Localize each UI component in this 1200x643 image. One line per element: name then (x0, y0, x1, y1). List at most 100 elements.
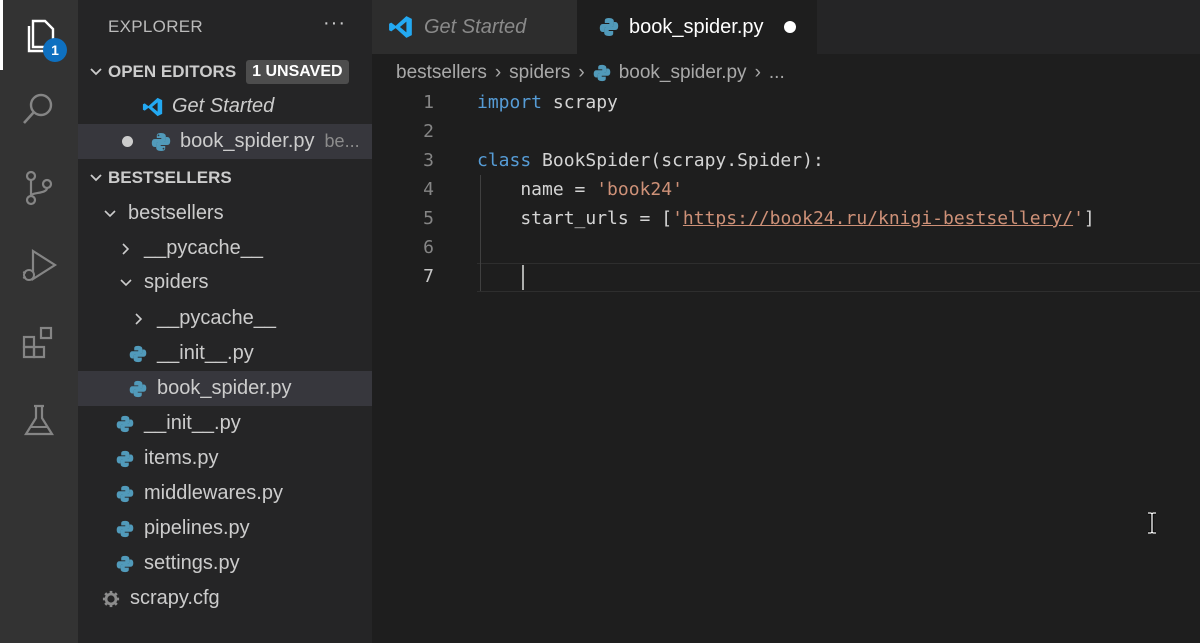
source-control-activity-button[interactable] (0, 153, 78, 223)
chevron-down-icon (78, 65, 108, 79)
python-icon (114, 483, 136, 505)
line-number: 7 (423, 266, 434, 287)
tree-item-folder[interactable]: bestsellers (78, 196, 372, 231)
tree-item-file[interactable]: scrapy.cfg (78, 581, 372, 616)
code-line[interactable]: 5 start_urls = ['https://book24.ru/knigi… (372, 204, 1200, 233)
tab-label: book_spider.py (629, 15, 764, 38)
python-icon (114, 413, 136, 435)
breadcrumb-item[interactable]: book_spider.py (619, 62, 747, 84)
more-actions-button[interactable]: ··· (323, 12, 346, 35)
run-debug-icon (22, 248, 58, 282)
line-number: 2 (423, 121, 434, 142)
search-icon (23, 93, 53, 124)
search-activity-button[interactable] (0, 74, 78, 144)
string-token: ' (1073, 208, 1084, 229)
open-editor-label: Get Started (172, 95, 275, 117)
breadcrumb-item[interactable]: ... (769, 62, 785, 84)
testing-activity-button[interactable] (0, 386, 78, 456)
tree-item-label: __pycache__ (144, 237, 263, 259)
workspace-label: BESTSELLERS (108, 168, 232, 187)
unsaved-badge: 1 UNSAVED (246, 60, 349, 84)
tree-item-folder[interactable]: __pycache__ (78, 231, 372, 266)
code-line[interactable]: 3 class BookSpider(scrapy.Spider): (372, 146, 1200, 175)
python-icon (599, 17, 619, 37)
code-line[interactable]: 2 (372, 117, 1200, 146)
extensions-icon (22, 326, 53, 359)
python-icon (114, 518, 136, 540)
tree-item-label: items.py (144, 447, 219, 469)
tree-item-file[interactable]: middlewares.py (78, 476, 372, 511)
tree-item-file[interactable]: settings.py (78, 546, 372, 581)
open-editor-book-spider[interactable]: book_spider.py be... (78, 124, 372, 159)
editor-tab-bar: Get Started book_spider.py (372, 0, 1200, 54)
code-text: name = 'book24' (477, 175, 683, 204)
code-text: start_urls = ['https://book24.ru/knigi-b… (477, 204, 1094, 233)
code-line[interactable]: 7 (372, 262, 1200, 291)
code-line[interactable]: 1 import scrapy (372, 88, 1200, 117)
run-debug-activity-button[interactable] (0, 230, 78, 300)
tree-item-label: middlewares.py (144, 482, 283, 504)
text-cursor (522, 265, 524, 290)
string-token: 'book24' (596, 179, 683, 200)
python-icon (127, 343, 149, 365)
bestsellers-section[interactable]: BESTSELLERS (78, 161, 372, 195)
keyword-token: class (477, 150, 532, 171)
breadcrumb-item[interactable]: spiders (509, 62, 570, 84)
tree-item-label: spiders (144, 271, 209, 293)
chevron-right-icon (131, 312, 147, 326)
open-editor-get-started[interactable]: Get Started (78, 89, 372, 124)
tree-item-label: pipelines.py (144, 517, 250, 539)
code-token: name = (477, 179, 597, 200)
chevron-right-icon: › (578, 62, 585, 83)
chevron-right-icon (118, 242, 134, 256)
keyword-token: import (477, 92, 543, 113)
python-icon (593, 64, 611, 82)
line-number: 6 (423, 237, 434, 258)
tree-item-folder[interactable]: spiders (78, 265, 372, 300)
tree-item-file[interactable]: __init__.py (78, 406, 372, 441)
tree-item-label: settings.py (144, 552, 240, 574)
code-token: start_urls = [ (477, 208, 673, 229)
tree-item-folder[interactable]: __pycache__ (78, 301, 372, 336)
code-line[interactable]: 4 name = 'book24' (372, 175, 1200, 204)
activity-bar: 1 (0, 0, 78, 643)
tree-item-label: scrapy.cfg (130, 587, 220, 609)
string-token: ' (672, 208, 683, 229)
open-editors-section[interactable]: OPEN EDITORS 1 UNSAVED (78, 55, 372, 89)
line-number: 4 (423, 179, 434, 200)
url-link[interactable]: https://book24.ru/knigi-bestsellery/ (683, 208, 1073, 229)
chevron-right-icon: › (754, 62, 761, 83)
vscode-icon (142, 96, 164, 118)
unsaved-dot-icon (122, 136, 133, 147)
chevron-down-icon (118, 276, 134, 290)
gear-icon (100, 588, 122, 610)
ibeam-cursor-icon (1148, 512, 1156, 534)
tree-item-file[interactable]: items.py (78, 441, 372, 476)
tab-label: Get Started (424, 15, 527, 38)
extensions-activity-button[interactable] (0, 308, 78, 378)
code-editor[interactable]: 1 import scrapy 2 3 class BookSpider(scr… (372, 88, 1200, 643)
explorer-sidebar: EXPLORER ··· OPEN EDITORS 1 UNSAVED Get … (78, 0, 372, 643)
tree-item-file[interactable]: pipelines.py (78, 511, 372, 546)
tree-item-file[interactable]: __init__.py (78, 336, 372, 371)
code-token: scrapy (542, 92, 618, 113)
line-number: 1 (423, 92, 434, 113)
tree-item-label: __pycache__ (157, 307, 276, 329)
breadcrumb-item[interactable]: bestsellers (396, 62, 487, 84)
tab-get-started[interactable]: Get Started (372, 0, 577, 54)
chevron-down-icon (102, 207, 118, 221)
open-editors-label: OPEN EDITORS (108, 62, 237, 81)
explorer-activity-button[interactable]: 1 (0, 0, 78, 70)
line-number: 3 (423, 150, 434, 171)
code-text: import scrapy (477, 88, 618, 117)
tree-item-file-selected[interactable]: book_spider.py (78, 371, 372, 406)
tab-book-spider[interactable]: book_spider.py (577, 0, 817, 54)
chevron-down-icon (78, 171, 108, 185)
unsaved-dot-icon[interactable] (783, 21, 796, 33)
python-icon (114, 448, 136, 470)
code-line[interactable]: 6 (372, 233, 1200, 262)
source-control-icon (25, 170, 53, 206)
breadcrumb: bestsellers › spiders › book_spider.py ›… (396, 58, 785, 88)
line-number: 5 (423, 208, 434, 229)
open-editor-description: be... (324, 131, 360, 151)
